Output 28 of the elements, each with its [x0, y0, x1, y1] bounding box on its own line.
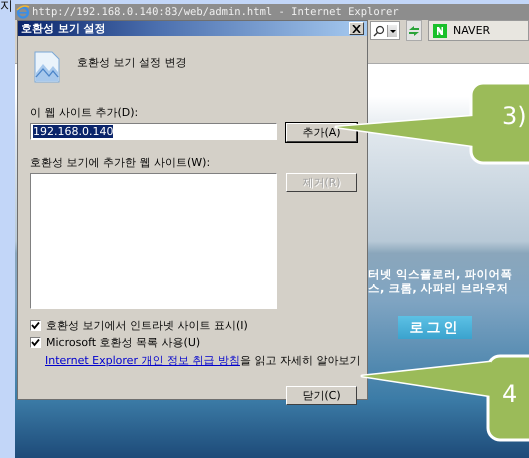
add-button[interactable]: 추가(A)	[286, 123, 357, 142]
search-icon	[373, 24, 385, 36]
notice-text: 스, 크롬, 사파리 브라우저	[368, 281, 510, 295]
arrows-icon	[407, 24, 421, 36]
close-icon[interactable]	[349, 22, 364, 35]
close-button[interactable]: 닫기(C)	[286, 386, 357, 405]
search-button[interactable]	[370, 21, 400, 40]
browser-tab[interactable]: NAVER	[428, 20, 529, 41]
dialog-title: 호환성 보기 설정	[21, 21, 106, 36]
address-field[interactable]: 192.168.0.140	[30, 123, 277, 140]
browser-logo-icon	[16, 5, 30, 19]
callout-label: 3)	[502, 104, 527, 128]
checkbox-label[interactable]: 호환성 보기에서 인트라넷 사이트 표시(I)	[46, 318, 248, 333]
callout-label: 4	[502, 382, 518, 406]
n-logo-icon	[433, 24, 447, 38]
checkbox[interactable]	[30, 337, 41, 348]
window-title: http://192.168.0.140:83/web/admin.html - Internet Explorer	[32, 6, 399, 18]
checkbox[interactable]	[30, 320, 41, 331]
dialog-heading: 호환성 보기 설정 변경	[77, 55, 186, 70]
checkbox-label[interactable]: Microsoft 호환성 목록 사용(U)	[46, 335, 200, 350]
image-icon	[34, 51, 60, 83]
list-label: 호환성 보기에 추가한 웹 사이트(W):	[30, 155, 212, 170]
refresh-button[interactable]	[406, 20, 422, 41]
notice-text: 터넷 익스플로러, 파이어폭	[368, 267, 514, 281]
field-label: 이 웹 사이트 추가(D):	[30, 105, 140, 120]
privacy-sentence: Internet Explorer 개인 정보 취급 방침을 읽고 자세히 알아보기	[45, 353, 362, 368]
heading-fragment: 지	[0, 0, 13, 14]
privacy-link[interactable]: Internet Explorer 개인 정보 취급 방침	[45, 354, 240, 367]
